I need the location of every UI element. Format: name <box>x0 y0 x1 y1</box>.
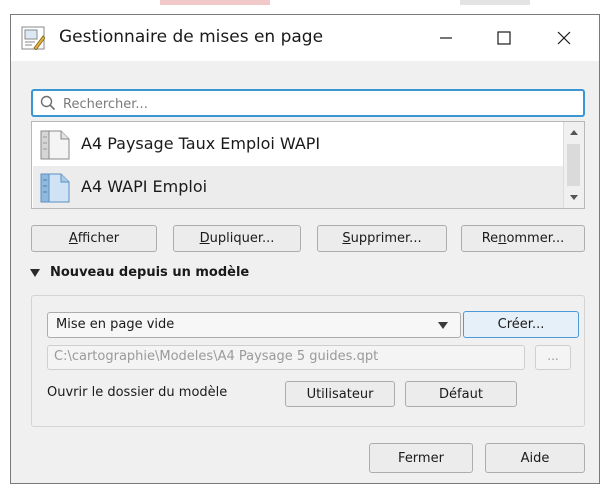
minimize-button[interactable] <box>417 15 475 61</box>
browse-button[interactable]: ... <box>535 345 571 370</box>
layout-name: A4 Paysage Taux Emploi WAPI <box>81 134 321 153</box>
close-button[interactable]: Fermer <box>369 443 473 473</box>
minimize-icon <box>440 37 452 39</box>
default-folder-button-label: Défaut <box>439 386 483 402</box>
collapse-triangle-icon <box>30 268 40 277</box>
list-item[interactable]: A4 WAPI Emploi <box>33 166 563 208</box>
template-select-value: Mise en page vide <box>56 317 175 332</box>
show-button[interactable]: Afficher <box>31 225 157 252</box>
default-folder-button[interactable]: Défaut <box>405 381 517 407</box>
help-button[interactable]: Aide <box>485 443 585 473</box>
rename-button-label: Renommer... <box>481 231 565 246</box>
close-icon <box>557 31 571 45</box>
layout-manager-dialog: Gestionnaire de mises en page Rechercher… <box>10 14 600 484</box>
layout-manager-icon <box>21 26 46 51</box>
rename-button[interactable]: Renommer... <box>461 225 585 252</box>
maximize-icon <box>497 31 511 45</box>
arrow-down-icon <box>570 195 578 200</box>
background-decoration <box>460 0 530 5</box>
list-scrollbar[interactable] <box>563 122 584 208</box>
browse-button-label: ... <box>547 349 559 363</box>
show-button-label: Afficher <box>68 231 120 246</box>
maximize-button[interactable] <box>475 15 533 61</box>
delete-button-label: Supprimer... <box>342 231 422 246</box>
create-button[interactable]: Créer... <box>463 311 579 338</box>
chevron-down-icon <box>438 322 448 329</box>
scroll-up-button[interactable] <box>564 124 584 142</box>
layout-document-icon <box>39 170 73 208</box>
template-path-value: C:\cartographie\Modeles\A4 Paysage 5 gui… <box>54 349 379 364</box>
delete-button[interactable]: Supprimer... <box>317 225 447 252</box>
user-folder-button-label: Utilisateur <box>306 386 374 402</box>
section-heading: Nouveau depuis un modèle <box>50 265 250 280</box>
search-icon <box>40 95 56 115</box>
search-input[interactable] <box>61 93 575 115</box>
new-from-template-toggle[interactable]: Nouveau depuis un modèle <box>29 265 249 280</box>
duplicate-button[interactable]: Dupliquer... <box>173 225 301 252</box>
open-template-folder-label: Ouvrir le dossier du modèle <box>47 385 228 400</box>
user-folder-button[interactable]: Utilisateur <box>285 381 395 407</box>
create-button-label: Créer... <box>497 317 545 332</box>
help-button-label: Aide <box>520 450 550 466</box>
duplicate-button-label: Dupliquer... <box>199 231 275 246</box>
title-bar[interactable]: Gestionnaire de mises en page <box>11 15 599 61</box>
list-item[interactable]: A4 Paysage Taux Emploi WAPI <box>33 123 563 165</box>
template-path-field[interactable]: C:\cartographie\Modeles\A4 Paysage 5 gui… <box>47 345 525 370</box>
background-decoration <box>160 0 270 5</box>
template-select[interactable]: Mise en page vide <box>47 312 461 338</box>
close-window-button[interactable] <box>535 15 593 61</box>
scroll-down-button[interactable] <box>564 188 584 206</box>
layout-name: A4 WAPI Emploi <box>81 177 208 196</box>
arrow-up-icon <box>570 130 578 135</box>
layout-document-icon <box>39 127 73 165</box>
window-title: Gestionnaire de mises en page <box>59 27 324 47</box>
close-button-label: Fermer <box>398 450 444 466</box>
search-field[interactable] <box>31 89 585 117</box>
scroll-thumb[interactable] <box>567 144 580 186</box>
layout-list[interactable]: A4 Paysage Taux Emploi WAPI A4 WAPI Empl… <box>31 121 585 209</box>
